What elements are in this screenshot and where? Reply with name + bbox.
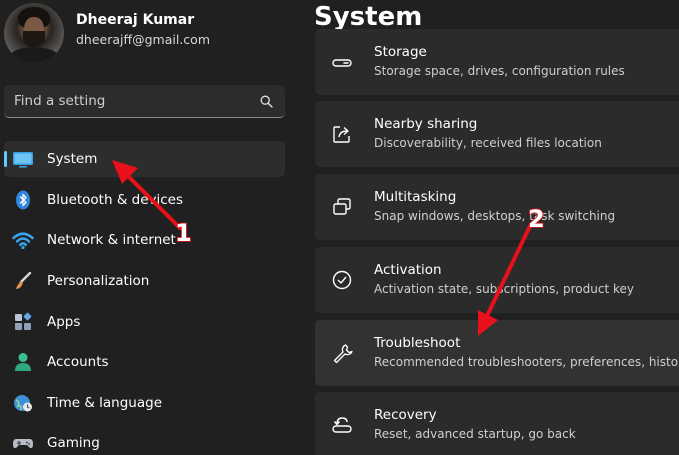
sidebar-item-accounts[interactable]: Accounts: [4, 344, 285, 380]
settings-card-nearby-sharing[interactable]: Nearby sharing Discoverability, received…: [315, 101, 679, 167]
sidebar: Dheeraj Kumar dheerajff@gmail.com System…: [0, 0, 300, 455]
card-description: Storage space, drives, configuration rul…: [374, 64, 625, 78]
globe-clock-icon: [14, 395, 32, 412]
active-indicator: [4, 151, 7, 167]
sidebar-item-label: Network & internet: [47, 232, 176, 248]
search-icon[interactable]: [260, 95, 273, 108]
avatar: [4, 3, 64, 63]
card-title: Storage: [374, 44, 427, 60]
sidebar-item-label: Time & language: [47, 395, 163, 411]
wifi-icon: [12, 232, 34, 250]
share-icon: [333, 126, 350, 143]
checkmark-circle-icon: [332, 270, 352, 290]
main-content: System Storage Storage space, drives, co…: [300, 0, 679, 455]
sidebar-item-label: Accounts: [47, 354, 109, 370]
user-profile[interactable]: Dheeraj Kumar dheerajff@gmail.com: [0, 0, 300, 70]
card-title: Multitasking: [374, 189, 457, 205]
card-title: Troubleshoot: [374, 335, 461, 351]
card-title: Nearby sharing: [374, 116, 478, 132]
profile-name: Dheeraj Kumar: [76, 12, 195, 28]
card-description: Reset, advanced startup, go back: [374, 427, 576, 441]
person-icon: [15, 353, 31, 371]
card-description: Recommended troubleshooters, preferences…: [374, 355, 679, 369]
settings-card-storage[interactable]: Storage Storage space, drives, configura…: [315, 29, 679, 95]
search-box[interactable]: [4, 85, 285, 118]
sidebar-item-gaming[interactable]: Gaming: [4, 425, 285, 455]
sidebar-item-personalization[interactable]: Personalization: [4, 263, 285, 299]
monitor-icon: [13, 152, 33, 168]
gamepad-icon: [13, 439, 33, 449]
sidebar-item-system[interactable]: System: [4, 141, 285, 177]
settings-card-multitasking[interactable]: Multitasking Snap windows, desktops, tas…: [315, 174, 679, 240]
sidebar-item-bluetooth[interactable]: Bluetooth & devices: [4, 182, 285, 218]
settings-card-activation[interactable]: Activation Activation state, subscriptio…: [315, 247, 679, 313]
settings-card-recovery[interactable]: Recovery Reset, advanced startup, go bac…: [315, 392, 679, 455]
sidebar-item-time-language[interactable]: Time & language: [4, 385, 285, 421]
page-title: System: [314, 2, 423, 32]
sidebar-item-network[interactable]: Network & internet: [4, 222, 285, 258]
paintbrush-icon: [16, 271, 32, 289]
card-title: Activation: [374, 262, 442, 278]
card-title: Recovery: [374, 407, 437, 423]
sidebar-item-label: Bluetooth & devices: [47, 192, 184, 208]
apps-icon: [15, 312, 32, 330]
storage-drive-icon: [332, 59, 352, 67]
wrench-icon: [333, 344, 353, 364]
sidebar-item-label: Personalization: [47, 273, 150, 289]
profile-email: dheerajff@gmail.com: [76, 32, 211, 47]
bluetooth-icon: [16, 190, 30, 210]
sidebar-item-label: Apps: [47, 314, 81, 330]
card-description: Snap windows, desktops, task switching: [374, 209, 616, 223]
recovery-icon: [332, 417, 352, 433]
settings-card-troubleshoot[interactable]: Troubleshoot Recommended troubleshooters…: [315, 320, 679, 386]
card-description: Discoverability, received files location: [374, 136, 602, 150]
sidebar-item-label: Gaming: [47, 435, 100, 451]
sidebar-item-apps[interactable]: Apps: [4, 304, 285, 340]
sidebar-item-label: System: [47, 151, 98, 167]
search-input[interactable]: [4, 85, 254, 117]
card-description: Activation state, subscriptions, product…: [374, 282, 634, 296]
multitasking-icon: [333, 198, 351, 215]
